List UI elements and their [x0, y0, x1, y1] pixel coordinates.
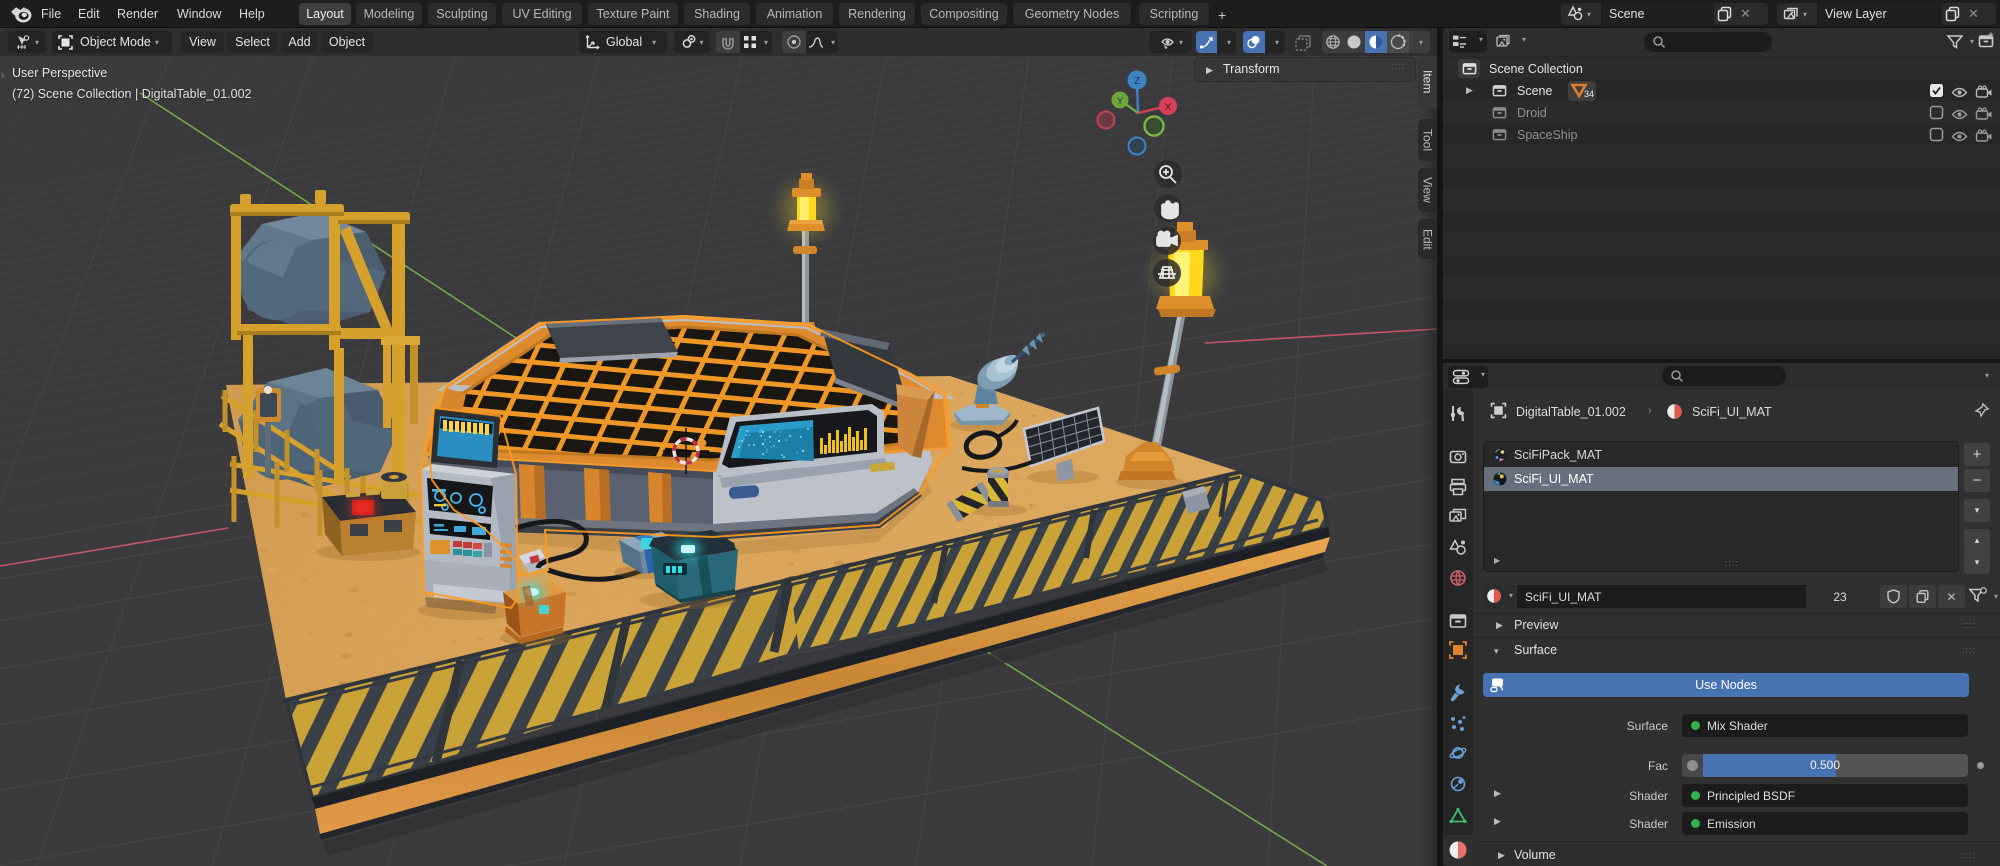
- svg-text:X: X: [1165, 102, 1172, 113]
- svg-text:Z: Z: [1134, 76, 1140, 87]
- svg-text:Y: Y: [1117, 96, 1124, 107]
